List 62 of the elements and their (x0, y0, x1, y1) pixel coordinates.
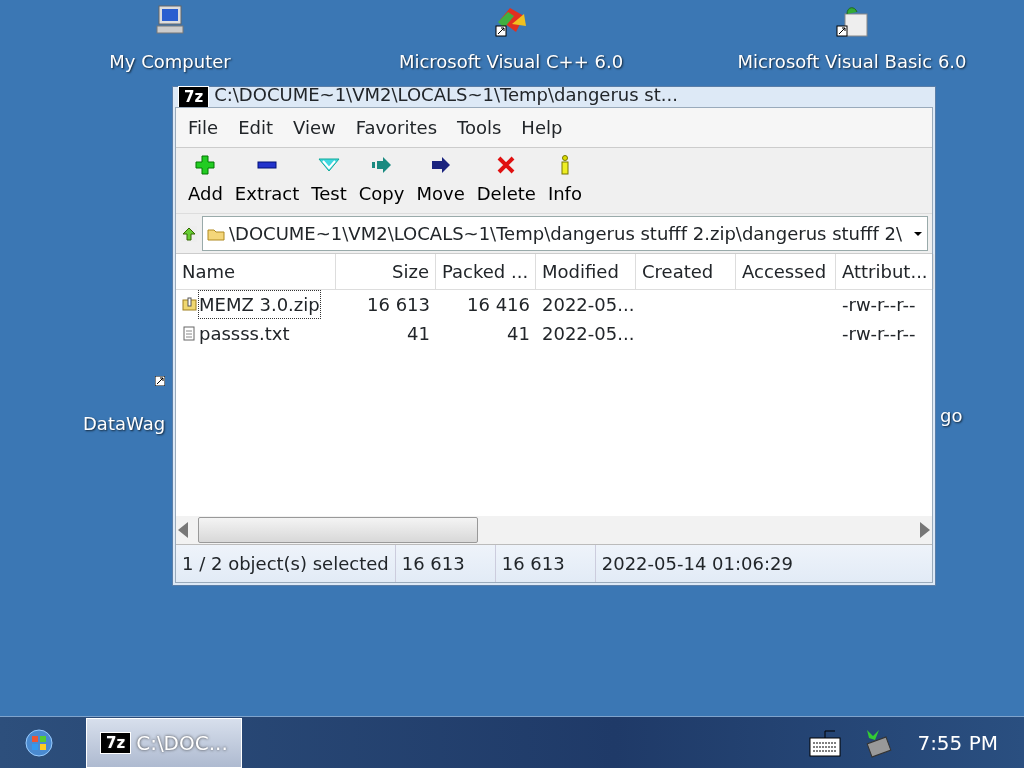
column-header[interactable]: Created (636, 254, 736, 289)
table-cell: -rw-r--r-- (842, 323, 916, 344)
toolbar-button[interactable]: Test (305, 152, 353, 209)
table-cell: 16 416 (467, 294, 530, 315)
status-text: 1 / 2 object(s) selected (176, 545, 396, 582)
text-file-icon (182, 326, 197, 341)
column-header[interactable]: Name (176, 254, 336, 289)
toolbar-button[interactable]: Extract (228, 152, 306, 209)
column-header[interactable]: Packed ... (436, 254, 536, 289)
table-cell: 16 613 (367, 294, 430, 315)
icon-label[interactable]: My Computer (109, 48, 231, 75)
column-header[interactable]: Accessed (736, 254, 836, 289)
menu-item[interactable]: View (283, 110, 346, 145)
toolbar-button[interactable]: Copy (352, 152, 411, 209)
app-logo: 7z (179, 87, 209, 107)
scrollbar-thumb[interactable] (198, 517, 478, 543)
toolbar-button[interactable]: Delete (470, 152, 542, 209)
icon-label[interactable]: Microsoft Visual Basic 6.0 (737, 48, 967, 75)
file-name[interactable]: MEMZ 3.0.zip (199, 291, 320, 318)
shortcut-icon (835, 4, 869, 38)
column-header[interactable]: Modified (536, 254, 636, 289)
menu-item[interactable]: Tools (447, 110, 512, 145)
file-name[interactable]: passss.txt (199, 320, 290, 347)
table-cell: 2022-05... (542, 294, 635, 315)
toolbar-button[interactable]: Add (182, 152, 229, 209)
app-logo: 7z (101, 732, 131, 753)
menu-item[interactable]: Favorites (345, 110, 447, 145)
clock[interactable]: 7:55 PM (917, 727, 998, 758)
table-cell: 2022-05... (542, 323, 635, 344)
scroll-right-arrow-icon (918, 521, 932, 539)
network-icon[interactable] (863, 727, 894, 758)
arrow-icon (429, 154, 452, 176)
address-field[interactable]: \DOCUME~1\VM2\LOCALS~1\Temp\dangerus stufff 2.zip\dangerus stufff 2\ (202, 216, 928, 251)
status-text: 2022-05-14 01:06:29 (600, 552, 794, 576)
table-cell: -rw-r--r-- (842, 294, 916, 315)
menu-item[interactable]: Edit (228, 110, 283, 145)
dropdown-caret-icon (913, 230, 923, 237)
shortcut-icon (155, 376, 165, 386)
icon-label[interactable]: DataWag (83, 410, 166, 437)
menu-item[interactable]: Help (511, 110, 573, 145)
menu-item[interactable]: File (178, 110, 229, 145)
scroll-left-arrow-icon (176, 521, 190, 539)
icon-label[interactable]: Microsoft Visual C++ 6.0 (398, 48, 624, 75)
toolbar-button[interactable]: Move (410, 152, 471, 209)
column-header[interactable]: Size (336, 254, 436, 289)
icon-label[interactable]: go (940, 402, 963, 429)
keyboard-icon[interactable] (809, 727, 842, 758)
folder-icon (207, 226, 225, 241)
taskbar-app-button[interactable]: 7z C:\DOC... (86, 717, 242, 768)
status-text: 16 613 (495, 545, 596, 582)
arrow-icon (370, 154, 393, 176)
status-text: 16 613 (395, 545, 496, 582)
start-orb-icon (24, 727, 54, 758)
table-cell: 41 (407, 323, 430, 344)
archive-icon (182, 297, 197, 312)
table-cell: 41 (507, 323, 530, 344)
taskbar-app-label: C:\DOC... (136, 729, 228, 757)
up-arrow-icon (180, 225, 198, 243)
column-header[interactable]: Attribut... (836, 254, 934, 289)
toolbar-button[interactable]: Info (541, 152, 588, 209)
plus-icon (194, 154, 217, 176)
window-title: C:\DOCUME~1\VM2\LOCALS~1\Temp\dangerus st... (214, 87, 678, 103)
